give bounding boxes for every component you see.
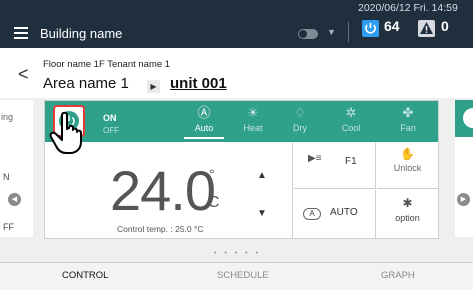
unit-name-link[interactable]: unit 001 bbox=[170, 75, 227, 92]
prev-arrow-icon[interactable]: ◀ bbox=[8, 193, 21, 206]
tab-graph[interactable]: GRAPH bbox=[381, 270, 415, 281]
bottom-tab-bar: CONTROL SCHEDULE GRAPH bbox=[0, 262, 473, 290]
mode-auto[interactable]: Ⓐ Auto bbox=[184, 104, 224, 139]
gear-icon: ✱ bbox=[402, 196, 413, 210]
page-indicator: • • • • • bbox=[214, 250, 262, 257]
auto-badge-icon: A bbox=[303, 208, 321, 220]
temperature-unit: C bbox=[208, 194, 220, 211]
divider bbox=[348, 22, 349, 42]
fan-icon: ✤ bbox=[402, 105, 414, 120]
arrow-right-icon: ▶ bbox=[147, 80, 160, 93]
top-bar: Building name ▼ 2020/06/12 Fri. 14:59 64… bbox=[0, 0, 473, 48]
warning-icon[interactable] bbox=[418, 20, 435, 37]
unit-control-card: ON OFF Ⓐ Auto ☀ Heat ♢ Dry ✲ Cool ✤ Fan bbox=[44, 100, 439, 239]
dry-icon: ♢ bbox=[294, 105, 306, 120]
auto-button[interactable]: A AUTO bbox=[294, 190, 376, 238]
menu-icon[interactable] bbox=[14, 27, 28, 39]
floor-tenant-label: Floor name 1F Tenant name 1 bbox=[43, 59, 171, 70]
prev-card-text: N bbox=[3, 172, 10, 182]
next-arrow-icon[interactable]: ▶ bbox=[457, 193, 470, 206]
next-unit-card[interactable] bbox=[455, 100, 473, 237]
mode-heat[interactable]: ☀ Heat bbox=[233, 104, 273, 133]
fan-direction-icon: ▶≡ bbox=[308, 153, 322, 164]
cool-icon: ✲ bbox=[345, 105, 357, 120]
chevron-down-icon[interactable]: ▼ bbox=[327, 27, 336, 37]
off-label[interactable]: OFF bbox=[103, 126, 119, 135]
on-label[interactable]: ON bbox=[103, 113, 117, 123]
tab-schedule[interactable]: SCHEDULE bbox=[217, 270, 269, 281]
hand-pointer-icon bbox=[49, 111, 82, 154]
unlock-button[interactable]: ✋ Unlock bbox=[377, 142, 438, 189]
fan-speed-value: F1 bbox=[345, 156, 357, 167]
area-name: Area name 1 bbox=[43, 75, 129, 92]
degree-symbol: ° bbox=[209, 166, 215, 182]
temp-up-button[interactable]: ▲ bbox=[257, 170, 267, 181]
mode-fan[interactable]: ✤ Fan bbox=[388, 104, 428, 133]
prev-unit-card[interactable]: ing N FF bbox=[0, 100, 33, 237]
set-temperature: 24.0 bbox=[110, 159, 216, 222]
auto-icon: Ⓐ bbox=[197, 105, 211, 120]
heat-icon: ☀ bbox=[247, 105, 259, 120]
hand-unlock-icon: ✋ bbox=[400, 147, 415, 161]
option-button[interactable]: ✱ option bbox=[377, 190, 438, 238]
mode-dry[interactable]: ♢ Dry bbox=[280, 104, 320, 133]
mode-cool[interactable]: ✲ Cool bbox=[331, 104, 371, 133]
tab-control[interactable]: CONTROL bbox=[62, 270, 108, 281]
mode-bar: ON OFF Ⓐ Auto ☀ Heat ♢ Dry ✲ Cool ✤ Fan bbox=[45, 101, 438, 142]
fan-speed-button[interactable]: ▶≡ F1 bbox=[294, 142, 376, 189]
units-on-count: 64 bbox=[384, 18, 400, 34]
building-name[interactable]: Building name bbox=[40, 26, 122, 41]
control-temp-label: Control temp. : 25.0 °C bbox=[117, 224, 204, 234]
temp-down-button[interactable]: ▼ bbox=[257, 208, 267, 219]
back-chevron-icon[interactable]: < bbox=[18, 64, 29, 85]
datetime: 2020/06/12 Fri. 14:59 bbox=[358, 2, 458, 14]
unit-header: < Floor name 1F Tenant name 1 Area name … bbox=[0, 48, 473, 98]
power-on-icon bbox=[362, 20, 379, 37]
temperature-panel: 24.0 ° C ▲ ▼ Control temp. : 25.0 °C bbox=[45, 142, 293, 238]
warning-count: 0 bbox=[441, 18, 449, 34]
prev-card-text: ing bbox=[1, 112, 14, 122]
prev-card-text: FF bbox=[3, 222, 14, 232]
display-toggle[interactable] bbox=[298, 29, 318, 39]
